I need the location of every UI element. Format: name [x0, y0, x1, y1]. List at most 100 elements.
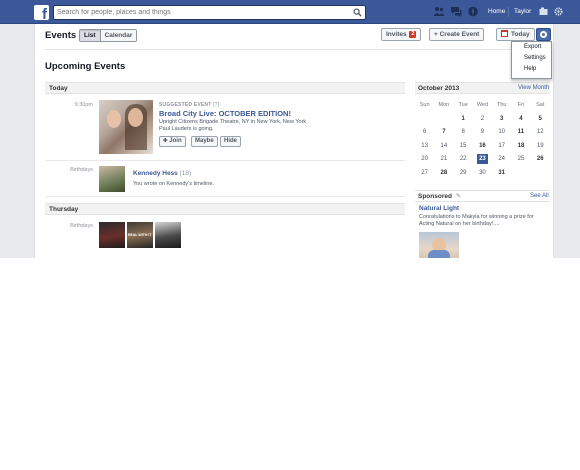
calendar-day[interactable]: 3 — [492, 113, 511, 127]
ad-image[interactable] — [419, 232, 459, 258]
calendar-day[interactable]: 1 — [454, 113, 473, 127]
menu-item-export[interactable]: Export — [512, 42, 551, 53]
suggested-event-label: SUGGESTED EVENT [?] — [159, 102, 219, 108]
facebook-logo-icon[interactable]: f — [34, 5, 49, 22]
calendar-view-button[interactable]: Calendar — [99, 30, 137, 41]
calendar-day[interactable]: 23 — [473, 153, 492, 167]
search-icon[interactable] — [353, 8, 362, 17]
calendar-day[interactable]: 24 — [492, 153, 511, 167]
photo-detail — [128, 108, 143, 127]
weekday-label: Sun — [419, 102, 430, 108]
friend-avatar[interactable] — [155, 222, 181, 248]
calendar-month: October 2013 — [418, 85, 460, 92]
weekday-label: Wed — [476, 102, 489, 108]
calendar-icon — [501, 30, 508, 37]
suggested-help-link[interactable]: [?] — [213, 102, 219, 108]
today-button[interactable]: Today — [496, 28, 535, 41]
calendar-week-row: 13 14 15 16 17 18 19 — [415, 140, 550, 154]
friend-avatar[interactable] — [99, 222, 125, 248]
menu-item-help[interactable]: Help — [512, 64, 551, 75]
notifications-icon[interactable] — [467, 6, 479, 17]
calendar-day[interactable]: 10 — [492, 126, 511, 140]
calendar-day[interactable]: 16 — [473, 140, 492, 154]
calendar-day[interactable]: 13 — [415, 140, 434, 154]
home-link[interactable]: Home — [488, 8, 505, 15]
calendar-day[interactable]: 14 — [434, 140, 453, 154]
list-view-button[interactable]: List — [80, 30, 100, 41]
photo-detail — [428, 250, 450, 258]
search-box[interactable] — [53, 5, 366, 20]
ad-title-link[interactable]: Natural Light — [419, 205, 459, 212]
calendar-day[interactable]: 30 — [473, 167, 492, 181]
event-photo[interactable] — [99, 100, 153, 154]
join-icon: ✚ — [163, 138, 168, 144]
birthday-note: You wrote on Kennedy's timeline. — [133, 181, 214, 187]
weekday-label: Sat — [536, 102, 545, 108]
calendar-day[interactable]: 20 — [415, 153, 434, 167]
calendar-day[interactable]: 15 — [454, 140, 473, 154]
calendar-empty-cell — [434, 113, 453, 127]
calendar-day[interactable]: 7 — [434, 126, 453, 140]
invites-label: Invites — [386, 31, 407, 38]
nav-divider — [508, 7, 509, 17]
suggested-text: SUGGESTED EVENT — [159, 102, 212, 108]
friend-requests-icon[interactable] — [433, 6, 445, 17]
account-settings-gear-icon[interactable] — [554, 7, 563, 16]
create-ad-icon[interactable]: ✎ — [456, 193, 461, 200]
calendar-day[interactable]: 18 — [511, 140, 530, 154]
invites-button[interactable]: Invites 2 — [381, 28, 422, 41]
calendar-day[interactable]: 25 — [511, 153, 530, 167]
calendar-day[interactable]: 4 — [511, 113, 530, 127]
calendar-day[interactable]: 28 — [434, 167, 453, 181]
event-title-link[interactable]: Broad City Live: OCTOBER EDITION! — [159, 109, 291, 118]
calendar-day[interactable]: 19 — [531, 140, 550, 154]
calendar-day[interactable]: 22 — [454, 153, 473, 167]
view-month-link[interactable]: View Month — [518, 85, 549, 91]
create-event-button[interactable]: + Create Event — [429, 28, 485, 41]
privacy-shortcuts-icon[interactable] — [539, 7, 548, 16]
calendar-day[interactable]: 11 — [511, 126, 530, 140]
birthday-name-link[interactable]: Kennedy Hess — [133, 170, 178, 177]
see-all-link[interactable]: See All — [530, 193, 549, 199]
calendar-day[interactable]: 9 — [473, 126, 492, 140]
photo-caption: REAL WITH IT — [128, 233, 152, 237]
calendar-day[interactable]: 29 — [454, 167, 473, 181]
calendar-week-row: 6 7 8 9 10 11 12 — [415, 126, 550, 140]
hide-button[interactable]: Hide — [220, 136, 242, 147]
calendar-day[interactable]: 17 — [492, 140, 511, 154]
birthday-person: Kennedy Hess (18) — [133, 170, 191, 177]
weekday-label: Mon — [438, 102, 450, 108]
calendar-day[interactable]: 31 — [492, 167, 511, 181]
page-title: Events — [45, 30, 77, 41]
today-label: Today — [511, 31, 530, 38]
calendar-day[interactable]: 27 — [415, 167, 434, 181]
top-bar: f Home Taylor — [0, 0, 580, 24]
event-time: 9:30pm — [74, 102, 93, 108]
calendar-day[interactable]: 21 — [434, 153, 453, 167]
search-input[interactable] — [57, 7, 347, 18]
kennedy-avatar[interactable] — [99, 166, 125, 192]
events-options-button[interactable] — [536, 28, 551, 41]
friend-avatar[interactable]: REAL WITH IT — [127, 222, 153, 248]
calendar-day[interactable]: 12 — [531, 126, 550, 140]
join-label: Join — [169, 138, 182, 144]
menu-item-settings[interactable]: Settings — [512, 53, 551, 64]
calendar-day[interactable]: 6 — [415, 126, 434, 140]
calendar-day[interactable]: 26 — [531, 153, 550, 167]
gear-icon — [540, 31, 547, 38]
calendar-day[interactable]: 5 — [531, 113, 550, 127]
profile-link[interactable]: Taylor — [514, 8, 531, 15]
row-divider — [45, 196, 405, 197]
maybe-button[interactable]: Maybe — [191, 136, 218, 147]
calendar-day[interactable]: 8 — [454, 126, 473, 140]
sponsored-title: Sponsored — [418, 193, 452, 200]
weekday-label: Tue — [458, 102, 468, 108]
events-content-card: Events List Calendar Invites 2 + Create … — [34, 24, 554, 258]
invites-count-badge: 2 — [409, 31, 417, 38]
weekday-label: Thu — [496, 102, 507, 108]
calendar-day[interactable]: 2 — [473, 113, 492, 127]
ad-text: Conratulations to Makyla for winning a p… — [419, 214, 534, 227]
row-divider — [45, 160, 405, 161]
join-button[interactable]: ✚ Join — [159, 136, 186, 147]
messages-icon[interactable] — [450, 6, 462, 17]
